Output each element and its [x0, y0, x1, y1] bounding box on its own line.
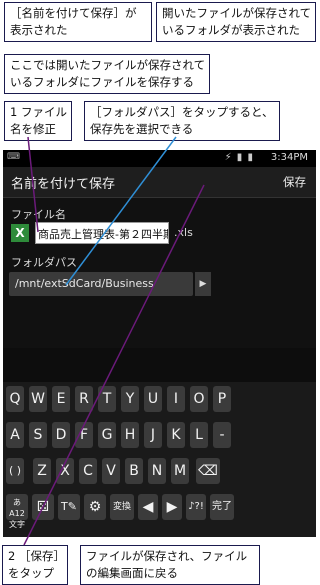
step2-leader-line — [23, 184, 205, 546]
folder-path-leader-line — [65, 136, 177, 286]
annotation-lines — [23, 136, 205, 546]
step1-leader-line — [27, 136, 39, 233]
